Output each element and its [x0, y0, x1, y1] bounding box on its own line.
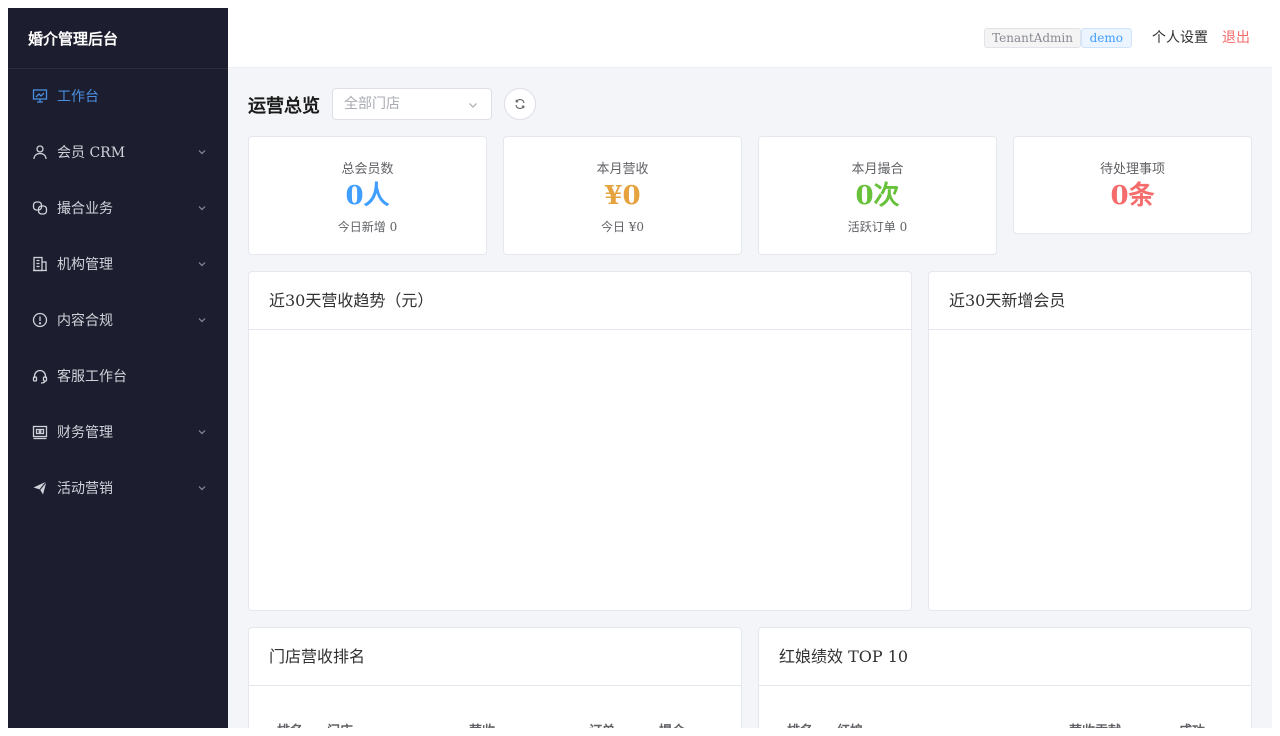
sidebar: 婚介管理后台 工作台 会员 CRM 撮合业务 机构管理 内容合规 客服工作台 财…: [8, 8, 228, 728]
stat-sub: 活跃订单 0: [847, 220, 908, 234]
user-tag: demo: [1080, 28, 1132, 48]
stat-sub: 今日新增 0: [337, 220, 398, 234]
sidebar-item-dashboard[interactable]: 工作台: [8, 76, 228, 116]
main-content: 运营总览 全部门店 总会员数 0人 今日新增 0 本月营收 ¥0 今日 ¥0 本…: [228, 68, 1272, 728]
sidebar-item-customer-service[interactable]: 客服工作台: [8, 356, 228, 396]
table-header-revenue-contribution: 营收贡献: [1069, 720, 1121, 728]
warning-circle-icon: [32, 312, 48, 328]
new-members-panel: 近30天新增会员: [928, 271, 1252, 611]
table-header-orders: 订单: [589, 720, 615, 728]
chevron-down-icon: [198, 150, 206, 155]
table-header-rank: 排名: [787, 720, 813, 728]
sidebar-item-label: 活动营销: [57, 481, 113, 497]
table-header-matches: 撮合: [659, 720, 685, 728]
settings-link[interactable]: 个人设置: [1152, 28, 1208, 48]
user-icon: [32, 144, 48, 160]
stat-sub: 今日 ¥0: [600, 220, 645, 234]
match-icon: [32, 200, 48, 216]
sidebar-item-member-crm[interactable]: 会员 CRM: [8, 132, 228, 172]
dashboard-icon: [32, 88, 48, 104]
store-ranking-panel: 门店营收排名 排名 门店 营收 订单 撮合: [248, 627, 742, 728]
chevron-down-icon: [198, 486, 206, 491]
panel-title: 近30天营收趋势（元）: [249, 272, 911, 330]
sidebar-item-label: 机构管理: [57, 257, 113, 273]
stat-card-pending: 待处理事项 0条: [1013, 136, 1252, 234]
tenant-tag: TenantAdmin: [984, 28, 1081, 48]
chevron-down-icon: [198, 262, 206, 267]
sidebar-item-marketing[interactable]: 活动营销: [8, 468, 228, 508]
logout-link[interactable]: 退出: [1222, 28, 1250, 48]
table-header-matchmaker: 红娘: [837, 720, 863, 728]
table-header-revenue: 营收: [469, 720, 495, 728]
panel-title: 门店营收排名: [249, 628, 741, 686]
app-title: 婚介管理后台: [8, 8, 228, 69]
sidebar-item-label: 财务管理: [57, 425, 113, 441]
matchmaker-top-panel: 红娘绩效 TOP 10 排名 红娘 营收贡献 成功: [758, 627, 1252, 728]
sidebar-item-compliance[interactable]: 内容合规: [8, 300, 228, 340]
sidebar-item-label: 工作台: [57, 89, 99, 105]
chevron-down-icon: [198, 318, 206, 323]
stat-label: 待处理事项: [1099, 162, 1165, 177]
chevron-down-icon: [198, 430, 206, 435]
store-select-placeholder: 全部门店: [344, 96, 400, 112]
store-select[interactable]: 全部门店: [332, 88, 492, 120]
revenue-trend-panel: 近30天营收趋势（元）: [248, 271, 912, 611]
stat-card-matches: 本月撮合 0次 活跃订单 0: [758, 136, 997, 255]
panel-title: 近30天新增会员: [929, 272, 1251, 330]
building-icon: [32, 256, 48, 272]
chevron-down-icon: [469, 103, 477, 108]
stat-label: 本月撮合: [851, 162, 904, 177]
stat-value: ¥0: [604, 181, 641, 211]
stat-value: 0条: [1110, 181, 1155, 211]
stat-value: 0次: [855, 181, 900, 211]
table-header-success: 成功: [1179, 720, 1205, 728]
sidebar-item-label: 内容合规: [57, 313, 113, 329]
refresh-icon: [515, 99, 525, 109]
refresh-button[interactable]: [504, 88, 536, 120]
header-bar: TenantAdmin demo 个人设置 退出: [228, 8, 1272, 68]
stat-card-members: 总会员数 0人 今日新增 0: [248, 136, 487, 255]
sidebar-item-organization[interactable]: 机构管理: [8, 244, 228, 284]
stat-card-revenue: 本月营收 ¥0 今日 ¥0: [503, 136, 742, 255]
stat-value: 0人: [345, 181, 390, 211]
sidebar-item-label: 撮合业务: [57, 201, 113, 217]
page-title: 运营总览: [248, 96, 320, 117]
sidebar-item-matching[interactable]: 撮合业务: [8, 188, 228, 228]
wallet-icon: [32, 424, 48, 440]
sidebar-item-finance[interactable]: 财务管理: [8, 412, 228, 452]
send-icon: [32, 480, 48, 496]
stat-label: 本月营收: [596, 162, 649, 177]
table-header-store: 门店: [327, 720, 353, 728]
sidebar-item-label: 客服工作台: [57, 369, 127, 385]
chevron-down-icon: [198, 206, 206, 211]
table-header-rank: 排名: [277, 720, 303, 728]
panel-title: 红娘绩效 TOP 10: [759, 628, 1251, 686]
stat-label: 总会员数: [341, 162, 394, 177]
headset-icon: [32, 368, 48, 384]
sidebar-item-label: 会员 CRM: [57, 145, 126, 161]
